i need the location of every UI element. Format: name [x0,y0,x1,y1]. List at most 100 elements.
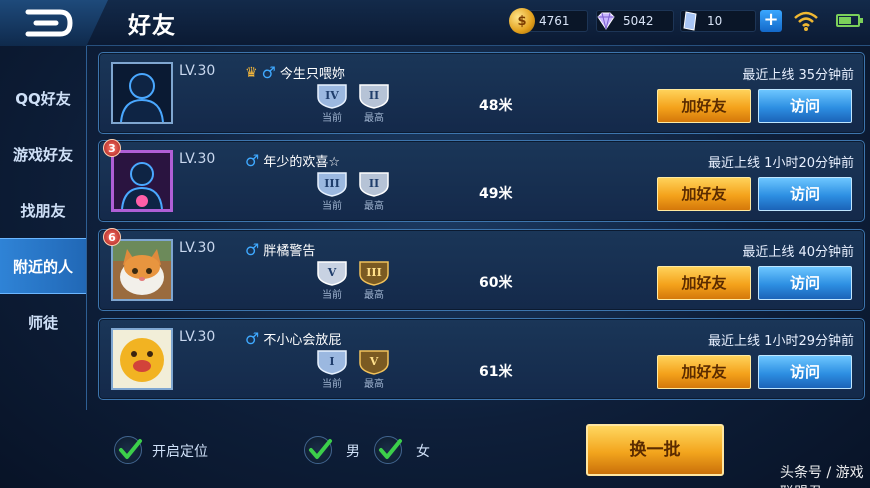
male-icon: ♂ [245,240,260,259]
highest-tier-label: 最高 [364,290,384,301]
cat-photo-icon [113,241,171,299]
duck-badge-icon: ♛ [245,64,258,81]
page-title: 好友 [128,13,176,39]
bottom-bar: 开启定位 男 女 换一批 头条号 / 游戏联盟君 [86,412,870,488]
rank-badge: 3 [103,139,121,157]
avatar[interactable] [111,239,173,301]
tier-highest: III [366,266,381,279]
add-friend-button[interactable]: 加好友 [657,89,751,123]
sidebar: QQ好友 游戏好友 找朋友 附近的人 师徒 [0,70,86,350]
silver-tier-icon: III [317,172,347,197]
tier-current: V [327,266,337,279]
avatar[interactable] [111,150,173,212]
back-arrow-icon [25,9,73,37]
current-tier-label: 当前 [322,201,342,212]
highest-tier-label: 最高 [364,201,384,212]
current-tier-label: 当前 [322,113,342,124]
emoji-face-avatar-icon [113,330,171,388]
player-card: 6 LV.30 ♂ 胖橘警告 V 当前 III 最高 60米 最近上线 40分钟… [98,228,865,311]
tier-current: III [324,177,339,190]
ticket-amount: 10 [707,14,723,28]
tier-current: IV [325,89,339,102]
sidebar-item-game-friends[interactable]: 游戏好友 [0,126,86,182]
ticket-counter: 10 [680,10,756,32]
player-name: 不小心会放屁 [263,333,342,348]
last-online: 最近上线 40分钟前 [742,245,854,260]
silver-tier-icon: I [317,350,347,375]
gold-amount: 4761 [539,14,570,28]
silver-tier-icon: V [317,261,347,286]
visit-button[interactable]: 访问 [758,355,852,389]
nearby-player-list: LV.30 ♛ ♂ 今生只喂妳 IV 当前 II 最高 48米 最近上线 35分… [86,46,870,410]
visit-button[interactable]: 访问 [758,266,852,300]
silhouette-avatar-icon [113,64,171,122]
add-friend-button[interactable]: 加好友 [657,177,751,211]
distance: 48米 [479,98,513,114]
player-level: LV.30 [179,240,216,256]
recharge-plus-button[interactable]: + [760,10,782,32]
distance: 60米 [479,275,513,291]
last-online: 最近上线 35分钟前 [742,68,854,83]
visit-button[interactable]: 访问 [758,177,852,211]
sidebar-item-qq-friends[interactable]: QQ好友 [0,70,86,126]
silver-tier-icon: II [359,84,389,109]
location-label: 开启定位 [152,444,208,460]
rank-badge: 6 [103,228,121,246]
diamond-amount: 5042 [623,14,654,28]
distance: 49米 [479,186,513,202]
player-card: LV.30 ♛ ♂ 今生只喂妳 IV 当前 II 最高 48米 最近上线 35分… [98,52,865,134]
battery-icon [836,14,863,27]
refresh-batch-button[interactable]: 换一批 [586,424,724,476]
tier-highest: II [369,177,379,190]
player-name: 年少的欢喜☆ [263,155,340,170]
highest-tier-label: 最高 [364,113,384,124]
male-icon: ♂ [261,63,276,82]
top-bar: 好友 $ 4761 5042 10 + [0,0,870,46]
diamond-counter: 5042 [596,10,674,32]
female-checkbox[interactable] [374,436,402,464]
silver-tier-icon: II [359,172,389,197]
player-card: LV.30 ♂ 不小心会放屁 I 当前 V 最高 61米 最近上线 1小时29分… [98,318,865,400]
avatar[interactable] [111,62,173,124]
tier-highest: V [369,355,379,368]
crystal-ticket-icon [677,8,703,34]
add-friend-button[interactable]: 加好友 [657,266,751,300]
player-name: 胖橘警告 [263,244,316,259]
back-button[interactable] [0,0,108,46]
gold-counter: $ 4761 [509,8,588,34]
player-card: 3 LV.30 ♂ 年少的欢喜☆ III 当前 II 最高 49米 最近上线 1… [98,139,865,222]
last-online: 最近上线 1小时20分钟前 [708,156,854,171]
player-level: LV.30 [179,329,216,345]
player-level: LV.30 [179,63,216,79]
sidebar-item-mentor[interactable]: 师徒 [0,294,86,350]
diamond-icon [593,8,619,34]
gold-tier-icon: V [359,350,389,375]
visit-button[interactable]: 访问 [758,89,852,123]
wifi-icon [794,11,818,31]
last-online: 最近上线 1小时29分钟前 [708,334,854,349]
gold-coin-icon: $ [509,8,535,34]
male-checkbox[interactable] [304,436,332,464]
female-label: 女 [416,444,430,460]
checkmark-icon [119,439,142,459]
watermark-text: 头条号 / 游戏联盟君 [780,465,864,488]
male-label: 男 [346,444,360,460]
checkmark-icon [309,439,332,459]
male-icon: ♂ [245,151,260,170]
distance: 61米 [479,364,513,380]
sidebar-item-nearby[interactable]: 附近的人 [0,238,86,294]
checkmark-icon [379,439,402,459]
current-tier-label: 当前 [322,290,342,301]
sidebar-item-find-friends[interactable]: 找朋友 [0,182,86,238]
current-tier-label: 当前 [322,379,342,390]
add-friend-button[interactable]: 加好友 [657,355,751,389]
avatar[interactable] [111,328,173,390]
silhouette-avatar-icon [114,153,170,209]
player-level: LV.30 [179,151,216,167]
location-checkbox[interactable] [114,436,142,464]
tier-current: I [329,355,334,368]
silver-tier-icon: IV [317,84,347,109]
male-icon: ♂ [245,329,260,348]
tier-highest: II [369,89,379,102]
gold-tier-icon: III [359,261,389,286]
